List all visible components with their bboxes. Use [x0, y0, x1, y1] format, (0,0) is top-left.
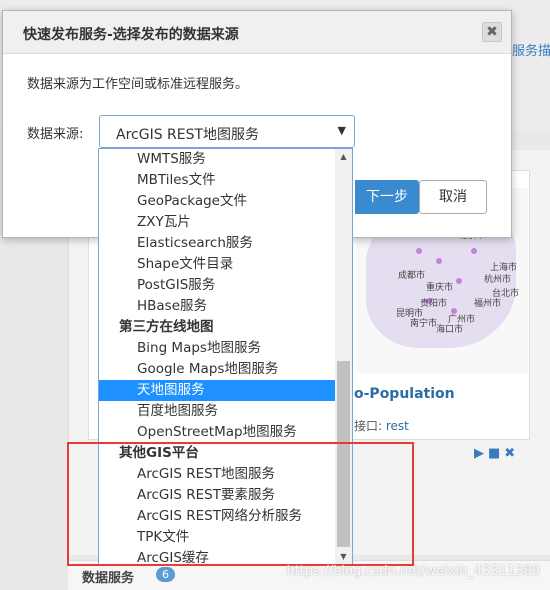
map-label: 海口市	[436, 325, 464, 335]
service-interface: 接口: rest	[354, 417, 409, 434]
dropdown-option[interactable]: MBTiles文件	[99, 170, 336, 191]
dropdown-option[interactable]: Google Maps地图服务	[99, 359, 336, 380]
map-label: 贵阳市	[420, 299, 448, 309]
map-label: 重庆市	[426, 283, 454, 293]
dropdown-option[interactable]: Elasticsearch服务	[99, 233, 336, 254]
data-source-select[interactable]: ArcGIS REST地图服务 ▼	[99, 115, 355, 148]
dropdown-option[interactable]: Bing Maps地图服务	[99, 338, 336, 359]
cancel-button[interactable]: 取消	[419, 180, 487, 214]
dropdown-option[interactable]: ZXY瓦片	[99, 212, 336, 233]
play-icon[interactable]: ▶	[474, 446, 484, 461]
data-services-label[interactable]: 数据服务	[82, 567, 134, 586]
map-label: 上海市	[490, 263, 518, 273]
close-icon[interactable]: ✖	[482, 22, 502, 42]
delete-icon[interactable]: ✖	[504, 446, 515, 461]
data-source-label: 数据来源:	[27, 127, 84, 142]
dialog-description: 数据来源为工作空间或标准远程服务。	[27, 77, 249, 92]
watermark: https://blog.csdn.net/weixin_43311389	[286, 564, 540, 579]
highlight-annotation-box	[67, 442, 414, 566]
map-dot	[416, 248, 422, 254]
dropdown-option[interactable]: OpenStreetMap地图服务	[99, 422, 336, 443]
map-dot	[471, 248, 477, 254]
service-actions: ▶ ■ ✖	[474, 446, 519, 461]
dropdown-option[interactable]: 百度地图服务	[99, 401, 336, 422]
map-label: 台北市	[492, 289, 520, 299]
map-label: 南宁市	[410, 319, 438, 329]
map-dot	[436, 258, 442, 264]
chevron-down-icon: ▼	[337, 124, 346, 137]
service-card-title[interactable]: o-Population	[354, 386, 455, 402]
dialog-header: 快速发布服务-选择发布的数据来源 ✖	[3, 11, 511, 54]
dropdown-option[interactable]: GeoPackage文件	[99, 191, 336, 212]
scroll-up-icon[interactable]: ▲	[335, 149, 352, 165]
dialog-title: 快速发布服务-选择发布的数据来源	[23, 27, 239, 43]
service-description-link[interactable]: 服务描	[512, 40, 550, 59]
stop-icon[interactable]: ■	[488, 446, 500, 461]
data-services-count-badge: 6	[156, 567, 175, 582]
interface-label: 接口:	[354, 419, 383, 433]
data-source-selected-value: ArcGIS REST地图服务	[116, 127, 260, 143]
dropdown-option[interactable]: PostGIS服务	[99, 275, 336, 296]
dropdown-option[interactable]: WMTS服务	[99, 149, 336, 170]
map-label: 成都市	[398, 271, 426, 281]
map-dot	[456, 278, 462, 284]
map-label: 杭州市	[484, 275, 512, 285]
dropdown-option[interactable]: HBase服务	[99, 296, 336, 317]
next-button[interactable]: 下一步	[355, 180, 419, 214]
interface-link[interactable]: rest	[386, 419, 409, 433]
dropdown-group-label: 第三方在线地图	[119, 319, 214, 335]
dropdown-option[interactable]: Shape文件目录	[99, 254, 336, 275]
dropdown-option-selected[interactable]: 天地图服务	[99, 380, 336, 401]
